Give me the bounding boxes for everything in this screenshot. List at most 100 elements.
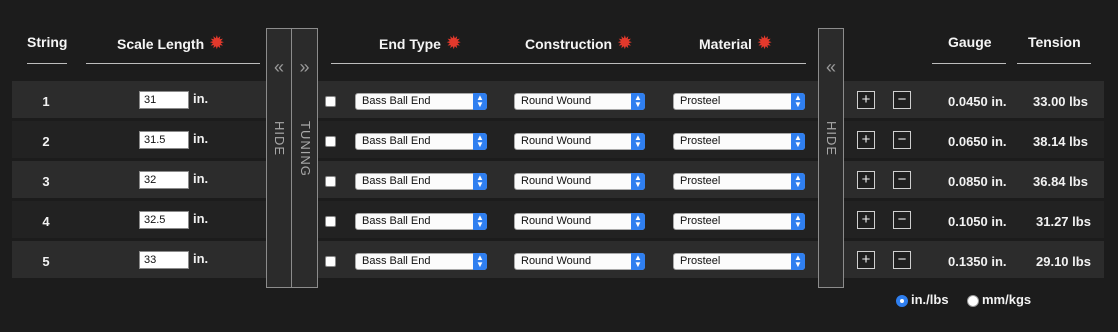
- end-type-value: Bass Ball End: [362, 135, 431, 147]
- select-arrows-icon: ▲ ▼: [473, 213, 487, 230]
- material-value: Prosteel: [680, 175, 721, 187]
- select-arrows-icon: ▲ ▼: [791, 173, 805, 190]
- header-end-type-label: End Type: [379, 36, 441, 52]
- scale-length-input[interactable]: [139, 251, 189, 269]
- header-tension: Tension: [1028, 34, 1081, 50]
- construction-select[interactable]: Round Wound ▲ ▼: [514, 93, 645, 110]
- minus-button[interactable]: −: [893, 211, 911, 229]
- tension-value: 29.10 lbs: [1036, 254, 1091, 269]
- select-arrows-icon: ▲ ▼: [473, 93, 487, 110]
- header-scale-length-label: Scale Length: [117, 36, 205, 52]
- select-arrows-icon: ▲ ▼: [791, 133, 805, 150]
- unit-radio-metric[interactable]: [967, 295, 979, 307]
- end-type-select[interactable]: Bass Ball End ▲ ▼: [355, 93, 487, 110]
- select-arrows-icon: ▲ ▼: [791, 93, 805, 110]
- minus-button[interactable]: −: [893, 131, 911, 149]
- unit-label-metric[interactable]: mm/kgs: [982, 292, 1031, 307]
- unit-radio-imperial[interactable]: [896, 295, 908, 307]
- header-gauge: Gauge: [948, 34, 992, 50]
- construction-value: Round Wound: [521, 135, 592, 147]
- header-material: Material ✹: [699, 34, 771, 54]
- construction-select[interactable]: Round Wound ▲ ▼: [514, 213, 645, 230]
- expand-right-icon: »: [299, 57, 310, 77]
- header-divider: [27, 63, 67, 64]
- header-divider: [331, 63, 806, 64]
- collapse-left-icon: «: [825, 57, 836, 77]
- plus-button[interactable]: +: [857, 91, 875, 109]
- header-scale-length: Scale Length ✹: [117, 34, 224, 54]
- plus-button[interactable]: +: [857, 131, 875, 149]
- minus-button[interactable]: −: [893, 251, 911, 269]
- select-arrows-icon: ▲ ▼: [631, 253, 645, 270]
- construction-select[interactable]: Round Wound ▲ ▼: [514, 253, 645, 270]
- plus-button[interactable]: +: [857, 251, 875, 269]
- gauge-value: 0.0450 in.: [948, 94, 1007, 109]
- tension-value: 38.14 lbs: [1033, 134, 1088, 149]
- material-select[interactable]: Prosteel ▲ ▼: [673, 93, 805, 110]
- header-string: String: [27, 34, 68, 50]
- gear-icon[interactable]: ✹: [447, 35, 460, 52]
- select-arrows-icon: ▲ ▼: [473, 133, 487, 150]
- construction-value: Round Wound: [521, 95, 592, 107]
- string-number: 4: [42, 214, 50, 229]
- scale-unit: in.: [193, 131, 209, 146]
- scale-unit: in.: [193, 251, 209, 266]
- header-divider: [932, 63, 1006, 64]
- select-arrows-icon: ▲ ▼: [473, 173, 487, 190]
- material-value: Prosteel: [680, 215, 721, 227]
- scale-length-input[interactable]: [139, 91, 189, 109]
- material-select[interactable]: Prosteel ▲ ▼: [673, 213, 805, 230]
- material-value: Prosteel: [680, 135, 721, 147]
- header-divider: [86, 63, 260, 64]
- end-type-select[interactable]: Bass Ball End ▲ ▼: [355, 213, 487, 230]
- material-select[interactable]: Prosteel ▲ ▼: [673, 253, 805, 270]
- unit-label-imperial[interactable]: in./lbs: [911, 292, 949, 307]
- plus-button[interactable]: +: [857, 211, 875, 229]
- construction-value: Round Wound: [521, 175, 592, 187]
- scale-unit: in.: [193, 211, 209, 226]
- hide-label: HIDE: [824, 121, 839, 157]
- construction-select[interactable]: Round Wound ▲ ▼: [514, 133, 645, 150]
- end-type-select[interactable]: Bass Ball End ▲ ▼: [355, 253, 487, 270]
- tuning-label: TUNING: [298, 121, 313, 177]
- tension-value: 31.27 lbs: [1036, 214, 1091, 229]
- gauge-value: 0.1350 in.: [948, 254, 1007, 269]
- construction-value: Round Wound: [521, 255, 592, 267]
- material-value: Prosteel: [680, 255, 721, 267]
- select-arrows-icon: ▲ ▼: [631, 93, 645, 110]
- gear-icon[interactable]: ✹: [618, 35, 631, 52]
- header-construction: Construction ✹: [525, 34, 632, 54]
- string-number: 2: [42, 134, 50, 149]
- hide-scale-panel[interactable]: « HIDE: [266, 28, 292, 288]
- material-select[interactable]: Prosteel ▲ ▼: [673, 173, 805, 190]
- select-arrows-icon: ▲ ▼: [631, 133, 645, 150]
- header-construction-label: Construction: [525, 36, 613, 52]
- scale-length-input[interactable]: [139, 171, 189, 189]
- minus-button[interactable]: −: [893, 91, 911, 109]
- header-end-type: End Type ✹: [379, 34, 460, 54]
- gauge-value: 0.0650 in.: [948, 134, 1007, 149]
- row-checkbox[interactable]: [325, 176, 336, 187]
- construction-value: Round Wound: [521, 215, 592, 227]
- end-type-select[interactable]: Bass Ball End ▲ ▼: [355, 133, 487, 150]
- scale-length-input[interactable]: [139, 211, 189, 229]
- plus-button[interactable]: +: [857, 171, 875, 189]
- select-arrows-icon: ▲ ▼: [791, 253, 805, 270]
- tuning-panel[interactable]: » TUNING: [291, 28, 318, 288]
- material-select[interactable]: Prosteel ▲ ▼: [673, 133, 805, 150]
- select-arrows-icon: ▲ ▼: [473, 253, 487, 270]
- row-checkbox[interactable]: [325, 96, 336, 107]
- row-checkbox[interactable]: [325, 136, 336, 147]
- scale-length-input[interactable]: [139, 131, 189, 149]
- gauge-value: 0.1050 in.: [948, 214, 1007, 229]
- select-arrows-icon: ▲ ▼: [791, 213, 805, 230]
- gear-icon[interactable]: ✹: [210, 35, 223, 52]
- end-type-select[interactable]: Bass Ball End ▲ ▼: [355, 173, 487, 190]
- hide-label: HIDE: [272, 121, 287, 157]
- row-checkbox[interactable]: [325, 256, 336, 267]
- gear-icon[interactable]: ✹: [758, 35, 771, 52]
- hide-material-panel[interactable]: « HIDE: [818, 28, 844, 288]
- minus-button[interactable]: −: [893, 171, 911, 189]
- row-checkbox[interactable]: [325, 216, 336, 227]
- construction-select[interactable]: Round Wound ▲ ▼: [514, 173, 645, 190]
